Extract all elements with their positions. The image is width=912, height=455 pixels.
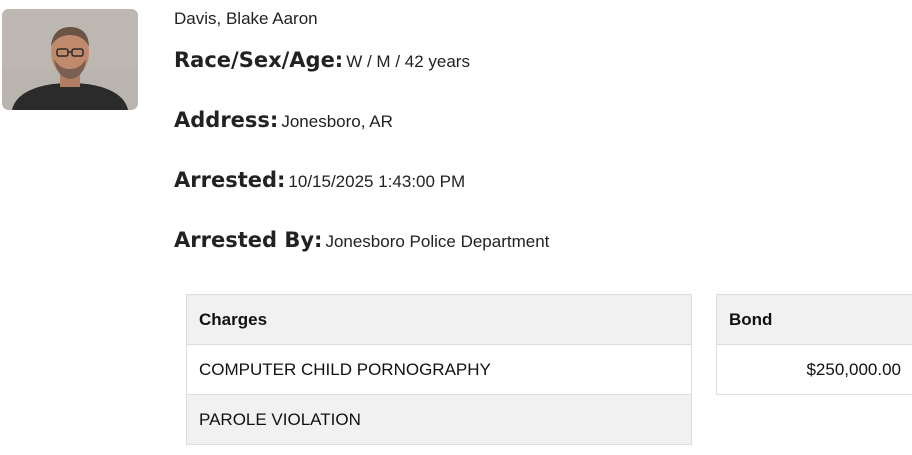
- charge-cell: PAROLE VIOLATION: [186, 394, 692, 445]
- table-row: $250,000.00: [716, 344, 912, 395]
- arrested-by-value: Jonesboro Police Department: [325, 232, 550, 251]
- race-sex-age-label: Race/Sex/Age:: [174, 48, 344, 72]
- arrest-record: Davis, Blake Aaron Race/Sex/Age: W / M / …: [0, 0, 912, 455]
- table-row: COMPUTER CHILD PORNOGRAPHY: [186, 344, 692, 395]
- mugshot-photo: [2, 9, 138, 110]
- charge-cell: COMPUTER CHILD PORNOGRAPHY: [186, 344, 692, 395]
- arrested-by-field: Arrested By: Jonesboro Police Department: [174, 228, 549, 252]
- race-sex-age-field: Race/Sex/Age: W / M / 42 years: [174, 48, 470, 72]
- bond-table: Bond $250,000.00: [716, 294, 912, 395]
- person-name: Davis, Blake Aaron: [174, 9, 318, 28]
- arrested-by-label: Arrested By:: [174, 228, 323, 252]
- bond-header: Bond: [716, 294, 912, 345]
- arrested-value: 10/15/2025 1:43:00 PM: [288, 172, 466, 191]
- bond-cell: $250,000.00: [716, 344, 912, 395]
- arrested-label: Arrested:: [174, 168, 286, 192]
- address-field: Address: Jonesboro, AR: [174, 108, 393, 132]
- address-label: Address:: [174, 108, 279, 132]
- charges-header: Charges: [186, 294, 692, 345]
- address-value: Jonesboro, AR: [281, 112, 393, 131]
- table-row: PAROLE VIOLATION: [186, 394, 692, 445]
- race-sex-age-value: W / M / 42 years: [346, 52, 470, 71]
- charges-table: Charges COMPUTER CHILD PORNOGRAPHY PAROL…: [186, 294, 692, 445]
- arrested-field: Arrested: 10/15/2025 1:43:00 PM: [174, 168, 465, 192]
